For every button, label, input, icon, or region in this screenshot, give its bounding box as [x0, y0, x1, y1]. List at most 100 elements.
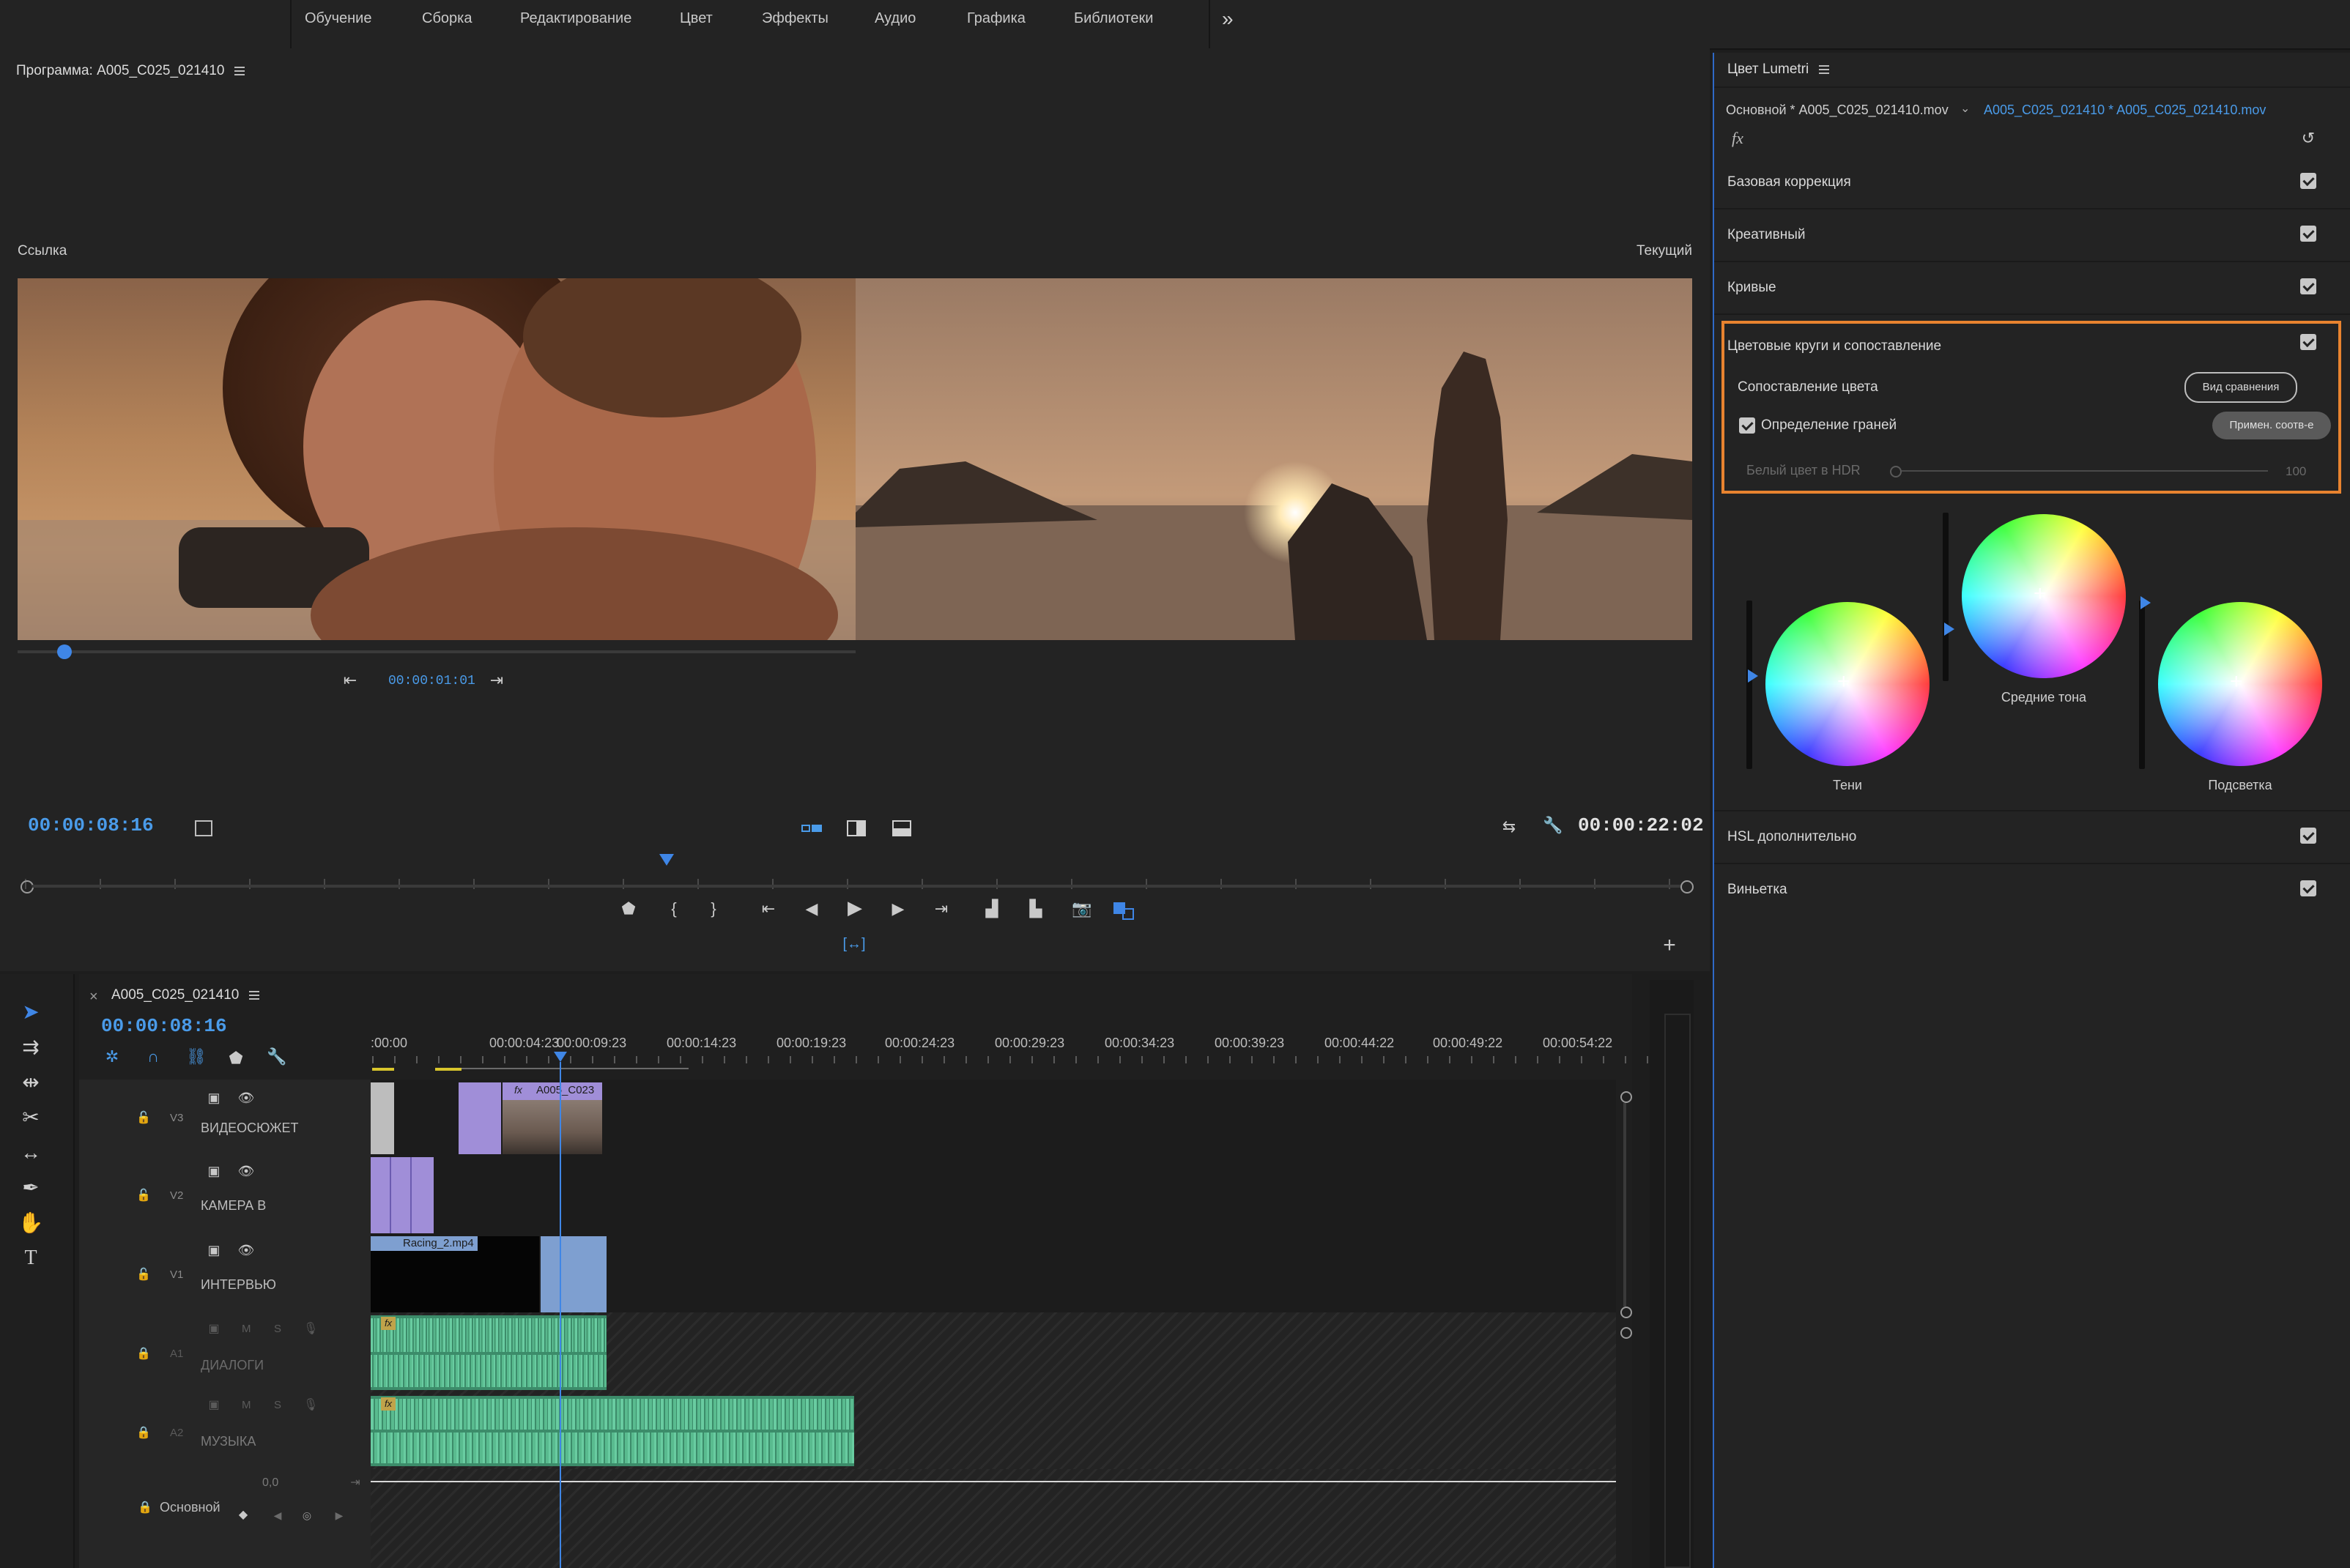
midtones-slider[interactable] — [1943, 513, 1949, 681]
section-enable-checkbox[interactable] — [2300, 226, 2316, 242]
track-name[interactable]: КАМЕРА B — [201, 1198, 266, 1214]
track-area-v3[interactable]: fx A005_C023 — [371, 1080, 1616, 1156]
track-name[interactable]: ВИДЕОСЮЖЕТ — [201, 1121, 299, 1136]
section-enable-checkbox[interactable] — [2300, 173, 2316, 189]
shadows-slider[interactable] — [1746, 601, 1752, 769]
microphone-icon[interactable]: 🎙 — [303, 1397, 318, 1413]
timeline-settings-icon[interactable]: 🔧 — [267, 1049, 286, 1065]
section-vignette[interactable]: Виньетка — [1714, 863, 2350, 915]
horizontal-split-icon[interactable] — [892, 820, 911, 836]
workspace-effects[interactable]: Эффекты — [762, 10, 829, 27]
side-by-side-icon[interactable] — [801, 823, 823, 833]
shadows-crosshair-icon[interactable]: + — [1837, 671, 1850, 693]
workspace-graphics[interactable]: Графика — [967, 10, 1026, 27]
toggle-sync-lock-icon[interactable]: ▣ — [205, 1163, 223, 1179]
timeline-marker-icon[interactable]: ⬟ — [227, 1050, 245, 1066]
midtones-slider-thumb[interactable] — [1944, 623, 1954, 636]
step-back-icon[interactable]: ◀︎ — [801, 901, 822, 917]
go-to-out-icon[interactable]: ⇥ — [486, 672, 507, 688]
track-name[interactable]: МУЗЫКА — [201, 1434, 256, 1449]
go-to-end-icon[interactable]: ⇥ — [347, 1475, 363, 1491]
scroll-handle-top[interactable] — [1620, 1327, 1632, 1339]
linked-selection-icon[interactable]: ⛓ — [186, 1049, 207, 1065]
solo-button[interactable]: S — [274, 1323, 281, 1335]
toggle-sync-lock-icon[interactable]: ▣ — [205, 1242, 223, 1258]
mark-out-icon[interactable]: } — [705, 901, 722, 917]
audio-clip[interactable]: fx — [371, 1315, 607, 1390]
highlights-crosshair-icon[interactable]: + — [2230, 671, 2243, 693]
toggle-sync-lock-icon[interactable]: ▣ — [205, 1397, 223, 1413]
microphone-icon[interactable]: 🎙 — [303, 1321, 318, 1337]
highlights-color-wheel[interactable]: + — [2158, 602, 2322, 766]
highlights-slider[interactable] — [2139, 601, 2145, 769]
video-clip-a005-c023[interactable]: fx A005_C023 — [503, 1082, 602, 1154]
hdr-slider-handle[interactable] — [1890, 466, 1902, 478]
zoom-handle-right[interactable] — [1680, 880, 1694, 893]
add-keyframe-icon[interactable]: ◎ — [300, 1507, 314, 1523]
track-area-a1[interactable]: fx — [371, 1312, 1616, 1394]
master-volume-line[interactable] — [371, 1481, 1616, 1482]
video-clip[interactable] — [459, 1082, 501, 1154]
track-area-a2[interactable]: fx — [371, 1393, 1616, 1471]
selection-tool-icon[interactable]: ➤ — [18, 999, 44, 1025]
workspace-learning[interactable]: Обучение — [305, 10, 371, 27]
ripple-edit-tool-icon[interactable]: ⇹ — [18, 1069, 44, 1096]
lock-icon[interactable]: 🔒 — [136, 1346, 151, 1362]
program-monitor-title[interactable]: Программа: A005_C025_021410 — [16, 63, 245, 79]
reset-icon[interactable]: ↺ — [2299, 130, 2318, 146]
previous-keyframe-icon[interactable]: ◀ — [271, 1507, 284, 1523]
scroll-handle-bottom[interactable] — [1620, 1307, 1632, 1318]
mark-in-icon[interactable]: { — [665, 901, 683, 917]
section-hsl-secondary[interactable]: HSL дополнительно — [1714, 810, 2350, 864]
comparison-view-icon[interactable] — [1113, 902, 1135, 920]
go-to-in-point-icon[interactable]: ⇤ — [757, 901, 779, 917]
lift-icon[interactable]: ▟ — [980, 901, 1004, 917]
track-name[interactable]: ИНТЕРВЬЮ — [201, 1277, 276, 1293]
panel-menu-icon[interactable] — [249, 990, 260, 1000]
lock-icon[interactable]: 🔓 — [136, 1188, 151, 1204]
fit-icon[interactable] — [195, 820, 212, 836]
playhead-timecode[interactable]: 00:00:08:16 — [28, 814, 154, 836]
add-button-icon[interactable]: + — [1658, 935, 1680, 956]
chevron-double-right-icon[interactable]: » — [1222, 9, 1234, 29]
reference-scrub-handle[interactable] — [57, 644, 72, 659]
wrench-icon[interactable]: 🔧 — [1543, 817, 1563, 833]
panel-menu-icon[interactable] — [1819, 64, 1830, 74]
workspace-color[interactable]: Цвет — [680, 10, 713, 27]
fx-toggle[interactable]: fx — [1732, 129, 1743, 148]
add-marker-icon[interactable]: ⬟ — [620, 901, 637, 917]
hand-tool-icon[interactable]: ✋ — [18, 1210, 44, 1236]
hdr-value[interactable]: 100 — [2286, 464, 2306, 479]
section-enable-checkbox[interactable] — [2300, 334, 2316, 350]
program-playhead-marker[interactable] — [659, 854, 674, 866]
audio-clip[interactable]: fx — [371, 1396, 854, 1466]
zoom-scrollbar[interactable] — [32, 885, 1680, 888]
section-label[interactable]: Цветовые круги и сопоставление — [1727, 338, 1941, 354]
track-name[interactable]: Основной — [160, 1500, 220, 1515]
highlights-slider-thumb[interactable] — [2140, 596, 2151, 609]
midtones-crosshair-icon[interactable]: + — [2034, 583, 2047, 605]
section-creative[interactable]: Креативный — [1714, 208, 2350, 262]
video-clip[interactable] — [371, 1157, 391, 1233]
go-to-in-icon[interactable]: ⇤ — [340, 672, 360, 688]
lock-icon[interactable]: 🔒 — [138, 1500, 152, 1516]
workspace-libraries[interactable]: Библиотеки — [1074, 10, 1153, 27]
lock-icon[interactable]: 🔒 — [136, 1425, 151, 1441]
source-master-clip[interactable]: Основной * A005_C025_021410.mov — [1726, 103, 1949, 118]
solo-button[interactable]: S — [274, 1399, 281, 1411]
mute-button[interactable]: M — [242, 1399, 251, 1411]
midtones-color-wheel[interactable]: + — [1962, 514, 2126, 678]
reference-timecode[interactable]: 00:00:01:01 — [388, 674, 475, 688]
lumetri-panel-tab[interactable]: Цвет Lumetri — [1727, 62, 1830, 78]
section-basic-correction[interactable]: Базовая коррекция — [1714, 155, 2350, 209]
lock-icon[interactable]: 🔓 — [136, 1110, 151, 1126]
workspace-assembly[interactable]: Сборка — [422, 10, 472, 27]
panel-menu-icon[interactable] — [234, 66, 245, 75]
section-curves[interactable]: Кривые — [1714, 261, 2350, 315]
mute-button[interactable]: M — [242, 1323, 251, 1335]
vertical-split-icon[interactable] — [847, 820, 866, 836]
track-select-tool-icon[interactable]: ⇉ — [18, 1034, 44, 1060]
trim-edit-icon[interactable]: [↔] — [841, 936, 867, 952]
razor-tool-icon[interactable]: ✂ — [18, 1104, 44, 1131]
section-enable-checkbox[interactable] — [2300, 880, 2316, 896]
